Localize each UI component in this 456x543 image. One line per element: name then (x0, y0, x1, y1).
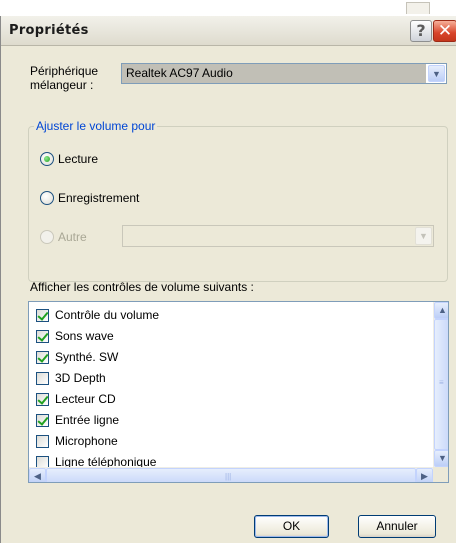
list-item-label: 3D Depth (55, 371, 106, 385)
vertical-scrollbar[interactable]: ▲ ≡ ▼ (433, 302, 448, 467)
close-button[interactable]: ✕ (433, 20, 456, 42)
cancel-button[interactable]: Annuler (358, 515, 436, 538)
scroll-down-button[interactable]: ▼ (434, 450, 448, 467)
other-device-value (123, 226, 413, 246)
chevron-down-icon: ▼ (432, 69, 441, 79)
mixer-device-label: Périphérique mélangeur : (30, 64, 99, 92)
scroll-corner (433, 467, 448, 482)
chevron-down-icon: ▼ (438, 453, 447, 463)
horizontal-scroll-thumb[interactable]: ||| (46, 468, 416, 482)
adjust-volume-legend: Ajuster le volume pour (34, 119, 158, 133)
help-button[interactable]: ? (410, 20, 432, 42)
checkbox[interactable] (36, 330, 49, 343)
scroll-right-button[interactable]: ▶ (416, 468, 433, 482)
list-item[interactable]: Synthé. SW (29, 348, 433, 369)
chevron-up-icon: ▲ (438, 305, 447, 315)
top-strip (0, 0, 456, 16)
list-item[interactable]: Lecteur CD (29, 390, 433, 411)
help-icon: ? (416, 21, 426, 40)
chevron-left-icon: ◀ (34, 471, 41, 481)
dropdown-arrow-button[interactable]: ▼ (428, 65, 445, 82)
radio-playback[interactable] (40, 152, 54, 166)
list-item[interactable]: Microphone (29, 432, 433, 453)
list-item[interactable]: Sons wave (29, 327, 433, 348)
checkbox[interactable] (36, 309, 49, 322)
list-item-label: Lecteur CD (55, 392, 116, 406)
list-item-label: Entrée ligne (55, 413, 120, 427)
title-bar: Propriétés ? ✕ (1, 16, 456, 46)
properties-dialog: Propriétés ? ✕ Périphérique mélangeur : … (0, 16, 456, 543)
chevron-down-icon: ▼ (419, 231, 428, 241)
chevron-right-icon: ▶ (421, 471, 428, 481)
list-item-label: Synthé. SW (55, 350, 119, 364)
horizontal-scrollbar[interactable]: ◀ ||| ▶ (29, 467, 433, 482)
checkbox[interactable] (36, 435, 49, 448)
scroll-left-button[interactable]: ◀ (29, 468, 46, 482)
checkbox[interactable] (36, 351, 49, 364)
radio-recording-label[interactable]: Enregistrement (58, 191, 139, 205)
grip-icon: ||| (225, 472, 232, 481)
radio-recording[interactable] (40, 191, 54, 205)
list-item-label: Microphone (55, 434, 118, 448)
radio-other (40, 230, 54, 244)
mixer-device-value: Realtek AC97 Audio (122, 64, 426, 83)
checkbox[interactable] (36, 393, 49, 406)
checkbox[interactable] (36, 414, 49, 427)
list-item[interactable]: Contrôle du volume (29, 306, 433, 327)
close-icon: ✕ (437, 21, 453, 41)
mixer-device-select[interactable]: Realtek AC97 Audio ▼ (121, 63, 447, 84)
controls-list-heading: Afficher les contrôles de volume suivant… (30, 280, 254, 294)
list-item-label: Sons wave (55, 329, 114, 343)
list-item-label: Contrôle du volume (55, 308, 160, 322)
checkbox[interactable] (36, 372, 49, 385)
dialog-title: Propriétés (9, 23, 89, 38)
radio-other-label: Autre (58, 230, 87, 244)
ok-button[interactable]: OK (254, 515, 329, 538)
vertical-scroll-thumb[interactable]: ≡ (434, 319, 448, 450)
grip-icon: ≡ (439, 378, 444, 387)
volume-controls-listbox[interactable]: Contrôle du volume Sons wave Synthé. SW … (28, 301, 449, 483)
radio-playback-label[interactable]: Lecture (58, 152, 98, 166)
scroll-up-button[interactable]: ▲ (434, 302, 448, 319)
list-item[interactable]: 3D Depth (29, 369, 433, 390)
list-item[interactable]: Entrée ligne (29, 411, 433, 432)
partial-tab (406, 2, 430, 14)
other-device-select: ▼ (122, 225, 434, 247)
dropdown-arrow-button-disabled: ▼ (415, 227, 432, 245)
